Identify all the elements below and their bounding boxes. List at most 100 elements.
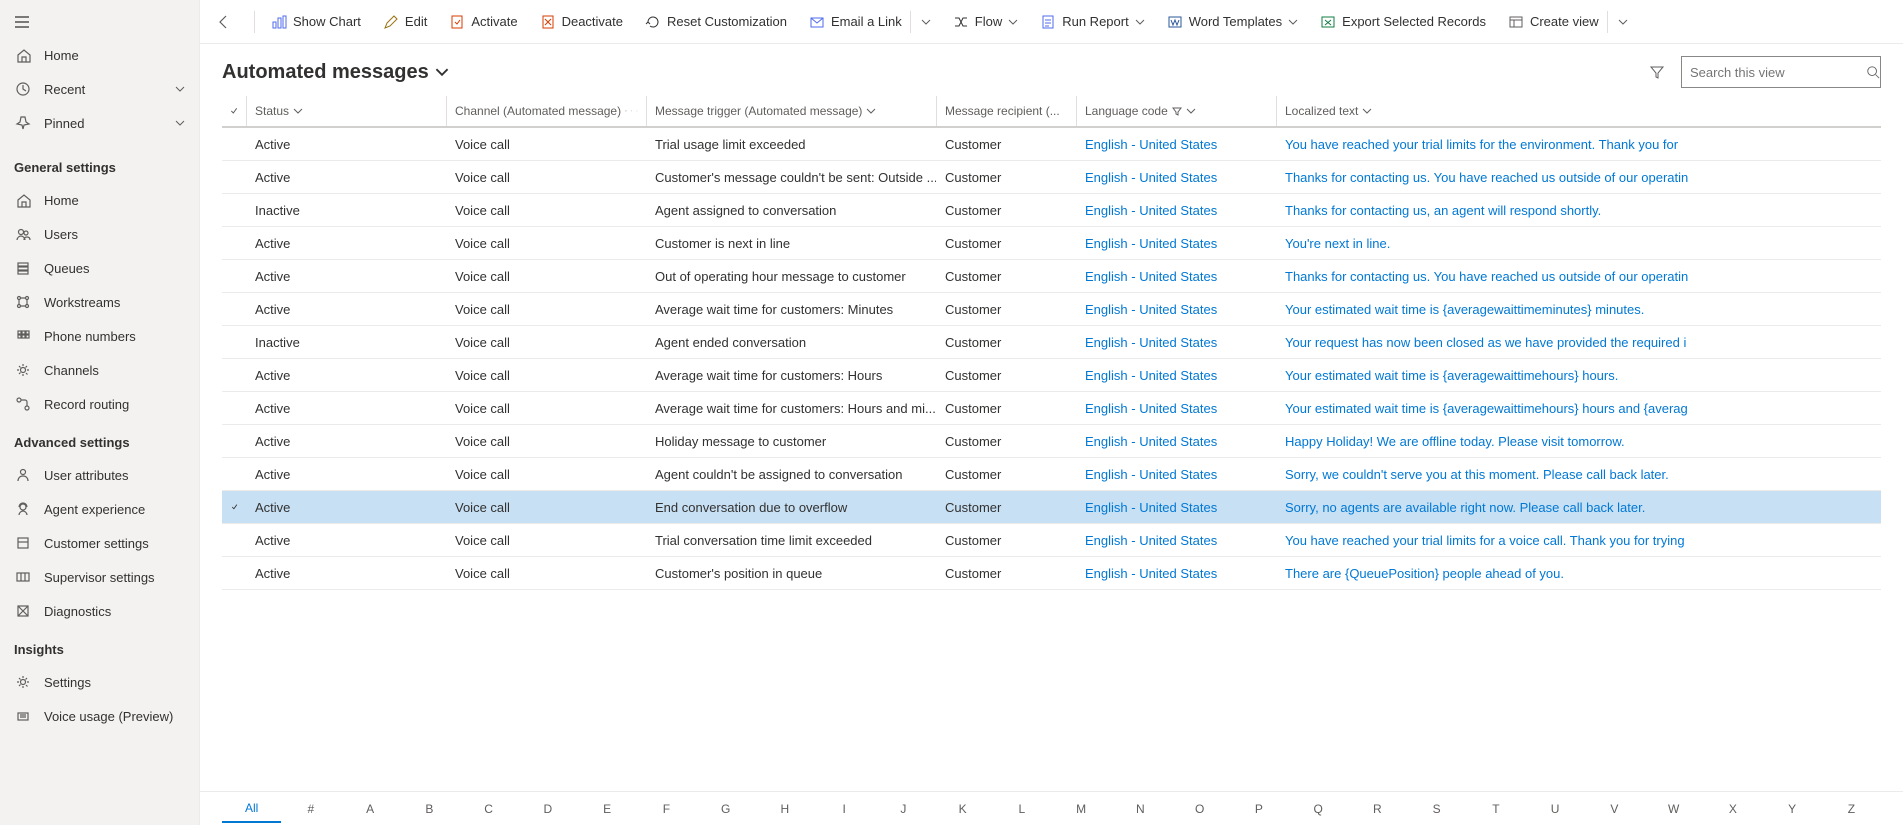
sidebar-item-agent-experience[interactable]: Agent experience <box>0 492 199 526</box>
sidebar-item-diagnostics[interactable]: Diagnostics <box>0 594 199 628</box>
sidebar-item-pinned[interactable]: Pinned <box>0 106 199 140</box>
col-recipient[interactable]: Message recipient (... <box>936 96 1076 126</box>
alpha-tab-q[interactable]: Q <box>1289 796 1348 822</box>
row-checkbox[interactable] <box>222 501 246 513</box>
alpha-tab-f[interactable]: F <box>637 796 696 822</box>
sidebar-item-settings[interactable]: Settings <box>0 665 199 699</box>
cell-language[interactable]: English - United States <box>1076 401 1276 416</box>
search-box[interactable] <box>1681 56 1881 88</box>
sidebar-item-recent[interactable]: Recent <box>0 72 199 106</box>
alpha-tab-n[interactable]: N <box>1111 796 1170 822</box>
table-row[interactable]: InactiveVoice callAgent ended conversati… <box>222 326 1881 359</box>
col-localized-text[interactable]: Localized text <box>1276 96 1881 126</box>
sidebar-item-queues[interactable]: Queues <box>0 251 199 285</box>
cell-language[interactable]: English - United States <box>1076 269 1276 284</box>
cell-language[interactable]: English - United States <box>1076 368 1276 383</box>
cell-localized-text[interactable]: Thanks for contacting us. You have reach… <box>1276 269 1881 284</box>
email-link-button[interactable]: Email a Link <box>799 0 941 44</box>
chevron-down-icon[interactable] <box>1008 17 1018 27</box>
chevron-down-icon[interactable] <box>1618 17 1628 27</box>
table-row[interactable]: ActiveVoice callAgent couldn't be assign… <box>222 458 1881 491</box>
hamburger-button[interactable] <box>0 6 199 38</box>
cell-language[interactable]: English - United States <box>1076 434 1276 449</box>
chevron-down-icon[interactable] <box>921 17 931 27</box>
sidebar-item-home[interactable]: Home <box>0 38 199 72</box>
cell-localized-text[interactable]: Thanks for contacting us, an agent will … <box>1276 203 1881 218</box>
table-row[interactable]: ActiveVoice callEnd conversation due to … <box>222 491 1881 524</box>
search-icon[interactable] <box>1866 65 1880 79</box>
col-trigger[interactable]: Message trigger (Automated message) <box>646 96 936 126</box>
table-row[interactable]: ActiveVoice callAverage wait time for cu… <box>222 392 1881 425</box>
alpha-tab-y[interactable]: Y <box>1763 796 1822 822</box>
word-templates-button[interactable]: Word Templates <box>1157 0 1308 44</box>
cell-localized-text[interactable]: Your estimated wait time is {averagewait… <box>1276 401 1881 416</box>
alpha-tab-d[interactable]: D <box>518 796 577 822</box>
table-row[interactable]: ActiveVoice callCustomer's message could… <box>222 161 1881 194</box>
alpha-tab-u[interactable]: U <box>1526 796 1585 822</box>
cell-language[interactable]: English - United States <box>1076 335 1276 350</box>
sidebar-item-home[interactable]: Home <box>0 183 199 217</box>
alpha-tab-all[interactable]: All <box>222 795 281 823</box>
deactivate-button[interactable]: Deactivate <box>530 0 633 44</box>
create-view-button[interactable]: Create view <box>1498 0 1638 44</box>
export-button[interactable]: Export Selected Records <box>1310 0 1496 44</box>
cell-localized-text[interactable]: You're next in line. <box>1276 236 1881 251</box>
cell-language[interactable]: English - United States <box>1076 500 1276 515</box>
cell-language[interactable]: English - United States <box>1076 533 1276 548</box>
chevron-down-icon[interactable] <box>1288 17 1298 27</box>
alpha-tab-i[interactable]: I <box>815 796 874 822</box>
page-title[interactable]: Automated messages <box>222 61 449 84</box>
cell-language[interactable]: English - United States <box>1076 236 1276 251</box>
table-row[interactable]: ActiveVoice callCustomer's position in q… <box>222 557 1881 590</box>
select-all-checkbox[interactable] <box>222 96 246 126</box>
cell-localized-text[interactable]: There are {QueuePosition} people ahead o… <box>1276 566 1881 581</box>
alpha-tab-g[interactable]: G <box>696 796 755 822</box>
run-report-button[interactable]: Run Report <box>1030 0 1154 44</box>
cell-localized-text[interactable]: Your estimated wait time is {averagewait… <box>1276 368 1881 383</box>
cell-language[interactable]: English - United States <box>1076 170 1276 185</box>
activate-button[interactable]: Activate <box>439 0 527 44</box>
alpha-tab-o[interactable]: O <box>1170 796 1229 822</box>
sidebar-item-customer-settings[interactable]: Customer settings <box>0 526 199 560</box>
alpha-tab-r[interactable]: R <box>1348 796 1407 822</box>
alpha-tab-e[interactable]: E <box>578 796 637 822</box>
reset-button[interactable]: Reset Customization <box>635 0 797 44</box>
cell-localized-text[interactable]: You have reached your trial limits for t… <box>1276 137 1881 152</box>
cell-language[interactable]: English - United States <box>1076 302 1276 317</box>
table-row[interactable]: InactiveVoice callAgent assigned to conv… <box>222 194 1881 227</box>
table-row[interactable]: ActiveVoice callTrial conversation time … <box>222 524 1881 557</box>
cell-language[interactable]: English - United States <box>1076 203 1276 218</box>
cell-localized-text[interactable]: Thanks for contacting us. You have reach… <box>1276 170 1881 185</box>
alpha-tab-z[interactable]: Z <box>1822 796 1881 822</box>
sidebar-item-users[interactable]: Users <box>0 217 199 251</box>
table-row[interactable]: ActiveVoice callHoliday message to custo… <box>222 425 1881 458</box>
sidebar-item-workstreams[interactable]: Workstreams <box>0 285 199 319</box>
alpha-tab-h[interactable]: H <box>755 796 814 822</box>
show-chart-button[interactable]: Show Chart <box>261 0 371 44</box>
alpha-tab-k[interactable]: K <box>933 796 992 822</box>
alpha-tab-w[interactable]: W <box>1644 796 1703 822</box>
cell-localized-text[interactable]: Happy Holiday! We are offline today. Ple… <box>1276 434 1881 449</box>
alpha-tab-l[interactable]: L <box>992 796 1051 822</box>
filter-button[interactable] <box>1643 58 1671 86</box>
sidebar-item-voice-usage-preview-[interactable]: Voice usage (Preview) <box>0 699 199 733</box>
alpha-tab-j[interactable]: J <box>874 796 933 822</box>
back-button[interactable] <box>206 0 248 44</box>
cell-localized-text[interactable]: You have reached your trial limits for a… <box>1276 533 1881 548</box>
cell-localized-text[interactable]: Your estimated wait time is {averagewait… <box>1276 302 1881 317</box>
col-language[interactable]: Language code <box>1076 96 1276 126</box>
col-channel[interactable]: Channel (Automated message) <box>446 96 646 126</box>
alpha-tab-x[interactable]: X <box>1703 796 1762 822</box>
alpha-tab-c[interactable]: C <box>459 796 518 822</box>
alpha-tab-#[interactable]: # <box>281 796 340 822</box>
table-row[interactable]: ActiveVoice callCustomer is next in line… <box>222 227 1881 260</box>
search-input[interactable] <box>1690 65 1866 80</box>
alpha-tab-b[interactable]: B <box>400 796 459 822</box>
sidebar-item-user-attributes[interactable]: User attributes <box>0 458 199 492</box>
sidebar-item-supervisor-settings[interactable]: Supervisor settings <box>0 560 199 594</box>
cell-localized-text[interactable]: Your request has now been closed as we h… <box>1276 335 1881 350</box>
edit-button[interactable]: Edit <box>373 0 437 44</box>
chevron-down-icon[interactable] <box>1135 17 1145 27</box>
cell-language[interactable]: English - United States <box>1076 137 1276 152</box>
cell-language[interactable]: English - United States <box>1076 566 1276 581</box>
